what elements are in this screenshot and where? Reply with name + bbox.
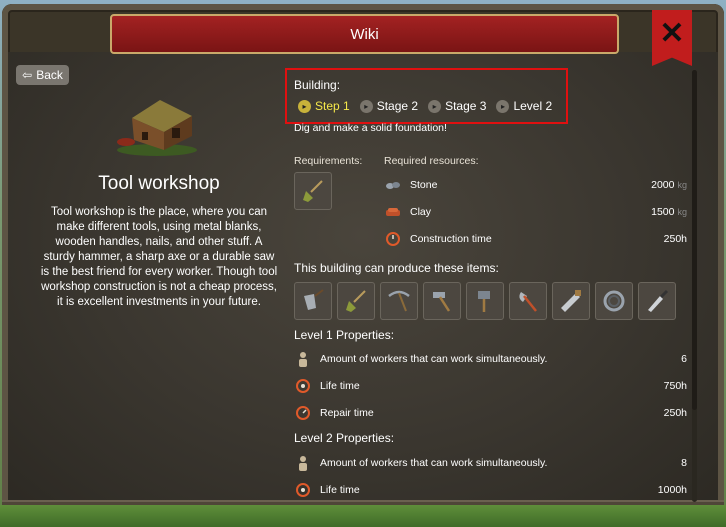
resource-name: Construction time bbox=[410, 233, 492, 245]
stage-tabs: ▸ Step 1 ▸ Stage 2 ▸ Stage 3 ▸ Level 2 bbox=[298, 99, 552, 113]
property-value: 750h bbox=[663, 380, 687, 392]
resource-name: Clay bbox=[410, 206, 432, 218]
resource-value: 250h bbox=[663, 233, 687, 245]
step-indicator-icon: ▸ bbox=[298, 99, 311, 113]
shovel-icon bbox=[303, 180, 323, 202]
resource-row-clay: Clay 1500 kg bbox=[384, 203, 687, 221]
step-indicator-icon: ▸ bbox=[496, 99, 510, 113]
item-slot[interactable] bbox=[466, 282, 504, 320]
item-slot[interactable] bbox=[337, 282, 375, 320]
resource-name: Stone bbox=[410, 179, 438, 191]
tab-stage-2[interactable]: ▸ Stage 2 bbox=[359, 99, 419, 113]
step-indicator-icon: ▸ bbox=[359, 99, 373, 113]
repair-icon bbox=[294, 405, 312, 421]
item-slot[interactable] bbox=[380, 282, 418, 320]
back-button[interactable]: ⇦ Back bbox=[16, 65, 69, 85]
hammer-icon bbox=[433, 292, 451, 312]
lifetime-icon bbox=[294, 378, 312, 394]
property-name: Life time bbox=[320, 484, 360, 496]
scrollbar-thumb[interactable] bbox=[692, 70, 697, 410]
tool-workshop-image bbox=[117, 100, 197, 156]
back-arrow-icon: ⇦ bbox=[22, 68, 33, 82]
window-title: Wiki bbox=[350, 25, 379, 43]
sickle-icon bbox=[603, 290, 625, 312]
property-row-repair-time: Repair time 250h bbox=[294, 404, 687, 422]
step-indicator-icon: ▸ bbox=[428, 99, 442, 113]
property-value: 8 bbox=[681, 457, 687, 469]
window-titlebar: Wiki bbox=[110, 14, 619, 54]
property-value: 6 bbox=[681, 353, 687, 365]
resource-unit: kg bbox=[677, 207, 687, 217]
item-slot[interactable] bbox=[552, 282, 590, 320]
resource-unit: kg bbox=[677, 180, 687, 190]
property-name: Life time bbox=[320, 380, 360, 392]
knife-icon bbox=[648, 289, 669, 312]
tab-label: Stage 3 bbox=[445, 99, 487, 113]
saw-icon bbox=[561, 290, 581, 312]
level2-properties-label: Level 2 Properties: bbox=[294, 431, 395, 445]
resource-value: 2000 bbox=[651, 179, 675, 191]
tab-label: Level 2 bbox=[513, 99, 553, 113]
property-row-workers: Amount of workers that can work simultan… bbox=[294, 350, 687, 368]
axe-icon bbox=[519, 292, 537, 312]
resource-value: 1500 bbox=[651, 206, 675, 218]
tab-label: Stage 2 bbox=[376, 99, 419, 113]
tab-stage-3[interactable]: ▸ Stage 3 bbox=[428, 99, 486, 113]
stone-icon bbox=[384, 177, 402, 193]
property-name: Repair time bbox=[320, 407, 374, 419]
item-slot[interactable] bbox=[638, 282, 676, 320]
produces-label: This building can produce these items: bbox=[294, 261, 499, 275]
required-resources-label: Required resources: bbox=[384, 155, 479, 167]
building-name: Tool workshop bbox=[98, 173, 220, 194]
stage-selector-highlight bbox=[285, 68, 568, 124]
stage-description: Dig and make a solid foundation! bbox=[294, 122, 447, 134]
pickaxe-icon bbox=[388, 290, 410, 312]
property-value: 250h bbox=[663, 407, 687, 419]
lifetime-icon bbox=[294, 482, 312, 498]
close-button[interactable]: ✕ bbox=[652, 10, 692, 66]
shovel-icon bbox=[304, 289, 324, 310]
close-icon: ✕ bbox=[659, 17, 685, 50]
resource-row-construction-time: Construction time 250h bbox=[384, 230, 687, 248]
item-slot[interactable] bbox=[294, 282, 332, 320]
content-scrollbar[interactable] bbox=[692, 70, 697, 502]
clay-icon bbox=[384, 204, 402, 220]
level1-properties-label: Level 1 Properties: bbox=[294, 328, 395, 342]
building-stages-label: Building: bbox=[294, 78, 341, 92]
resource-row-stone: Stone 2000 kg bbox=[384, 176, 687, 194]
property-name: Amount of workers that can work simultan… bbox=[320, 353, 548, 365]
item-slot[interactable] bbox=[423, 282, 461, 320]
produced-items-list bbox=[294, 282, 676, 320]
worker-icon bbox=[294, 455, 312, 471]
property-name: Amount of workers that can work simultan… bbox=[320, 457, 548, 469]
tab-step-1[interactable]: ▸ Step 1 bbox=[298, 99, 350, 113]
tab-level-2[interactable]: ▸ Level 2 bbox=[496, 99, 552, 113]
item-slot[interactable] bbox=[595, 282, 633, 320]
requirement-slot[interactable] bbox=[294, 172, 332, 210]
property-value: 1000h bbox=[657, 484, 687, 496]
property-row-lifetime: Life time 750h bbox=[294, 377, 687, 395]
requirements-label: Requirements: bbox=[294, 155, 363, 167]
item-slot[interactable] bbox=[509, 282, 547, 320]
grass-strip bbox=[0, 505, 726, 527]
clock-icon bbox=[384, 231, 402, 247]
tab-label: Step 1 bbox=[315, 99, 350, 113]
property-row-lifetime: Life time 1000h bbox=[294, 481, 687, 499]
spade-icon bbox=[346, 290, 366, 312]
worker-icon bbox=[294, 351, 312, 367]
property-row-workers: Amount of workers that can work simultan… bbox=[294, 454, 687, 472]
back-label: Back bbox=[36, 68, 63, 82]
sledgehammer-icon bbox=[478, 291, 490, 312]
building-description: Tool workshop is the place, where you ca… bbox=[40, 206, 278, 308]
